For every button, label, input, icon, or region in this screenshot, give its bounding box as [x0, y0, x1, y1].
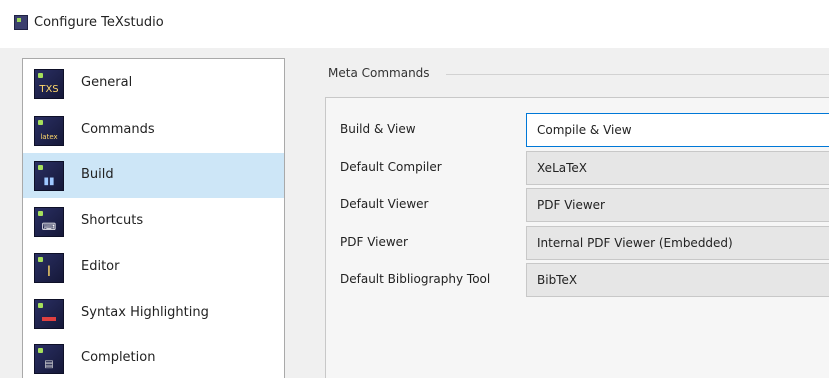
group-divider: [446, 74, 829, 75]
pdf-viewer-combo[interactable]: Internal PDF Viewer (Embedded): [526, 226, 829, 260]
build-icon: ▮▮: [34, 161, 64, 191]
sidebar-item-commands[interactable]: latex Commands: [23, 108, 284, 153]
sidebar-item-label: Shortcuts: [81, 213, 144, 228]
window-title: Configure TeXstudio: [34, 15, 164, 30]
general-icon: TXS: [34, 69, 64, 99]
default-compiler-combo[interactable]: XeLaTeX: [526, 151, 829, 185]
default-bibliography-tool-label: Default Bibliography Tool: [340, 272, 491, 286]
default-bibliography-tool-combo[interactable]: BibTeX: [526, 263, 829, 297]
pdf-viewer-label: PDF Viewer: [340, 235, 408, 249]
syntax-highlighting-icon: [34, 299, 64, 329]
build-view-combo[interactable]: Compile & View: [526, 113, 829, 147]
config-sidebar: TXS General latex Commands ▮▮ Build ⌨ Sh…: [22, 58, 285, 378]
texstudio-app-icon: [14, 15, 28, 30]
sidebar-item-label: Completion: [81, 350, 156, 365]
default-viewer-combo[interactable]: PDF Viewer: [526, 188, 829, 222]
commands-icon: latex: [34, 116, 64, 146]
completion-icon: ▤: [34, 344, 64, 374]
sidebar-item-label: Build: [81, 167, 114, 182]
sidebar-item-shortcuts[interactable]: ⌨ Shortcuts: [23, 199, 284, 244]
meta-commands-group-title: Meta Commands: [328, 66, 430, 80]
sidebar-item-label: General: [81, 75, 133, 90]
sidebar-item-syntax-highlighting[interactable]: Syntax Highlighting: [23, 291, 284, 336]
sidebar-item-completion[interactable]: ▤ Completion: [23, 336, 284, 378]
editor-icon: I: [34, 253, 64, 283]
sidebar-item-label: Syntax Highlighting: [81, 305, 209, 320]
title-bar: Configure TeXstudio: [0, 0, 829, 48]
build-view-label: Build & View: [340, 122, 416, 136]
default-compiler-label: Default Compiler: [340, 160, 442, 174]
sidebar-item-label: Commands: [81, 122, 155, 137]
default-viewer-label: Default Viewer: [340, 197, 429, 211]
sidebar-item-label: Editor: [81, 259, 120, 274]
sidebar-item-build[interactable]: ▮▮ Build: [23, 153, 284, 198]
shortcuts-icon: ⌨: [34, 207, 64, 237]
sidebar-item-editor[interactable]: I Editor: [23, 245, 284, 290]
sidebar-item-general[interactable]: TXS General: [23, 61, 284, 106]
